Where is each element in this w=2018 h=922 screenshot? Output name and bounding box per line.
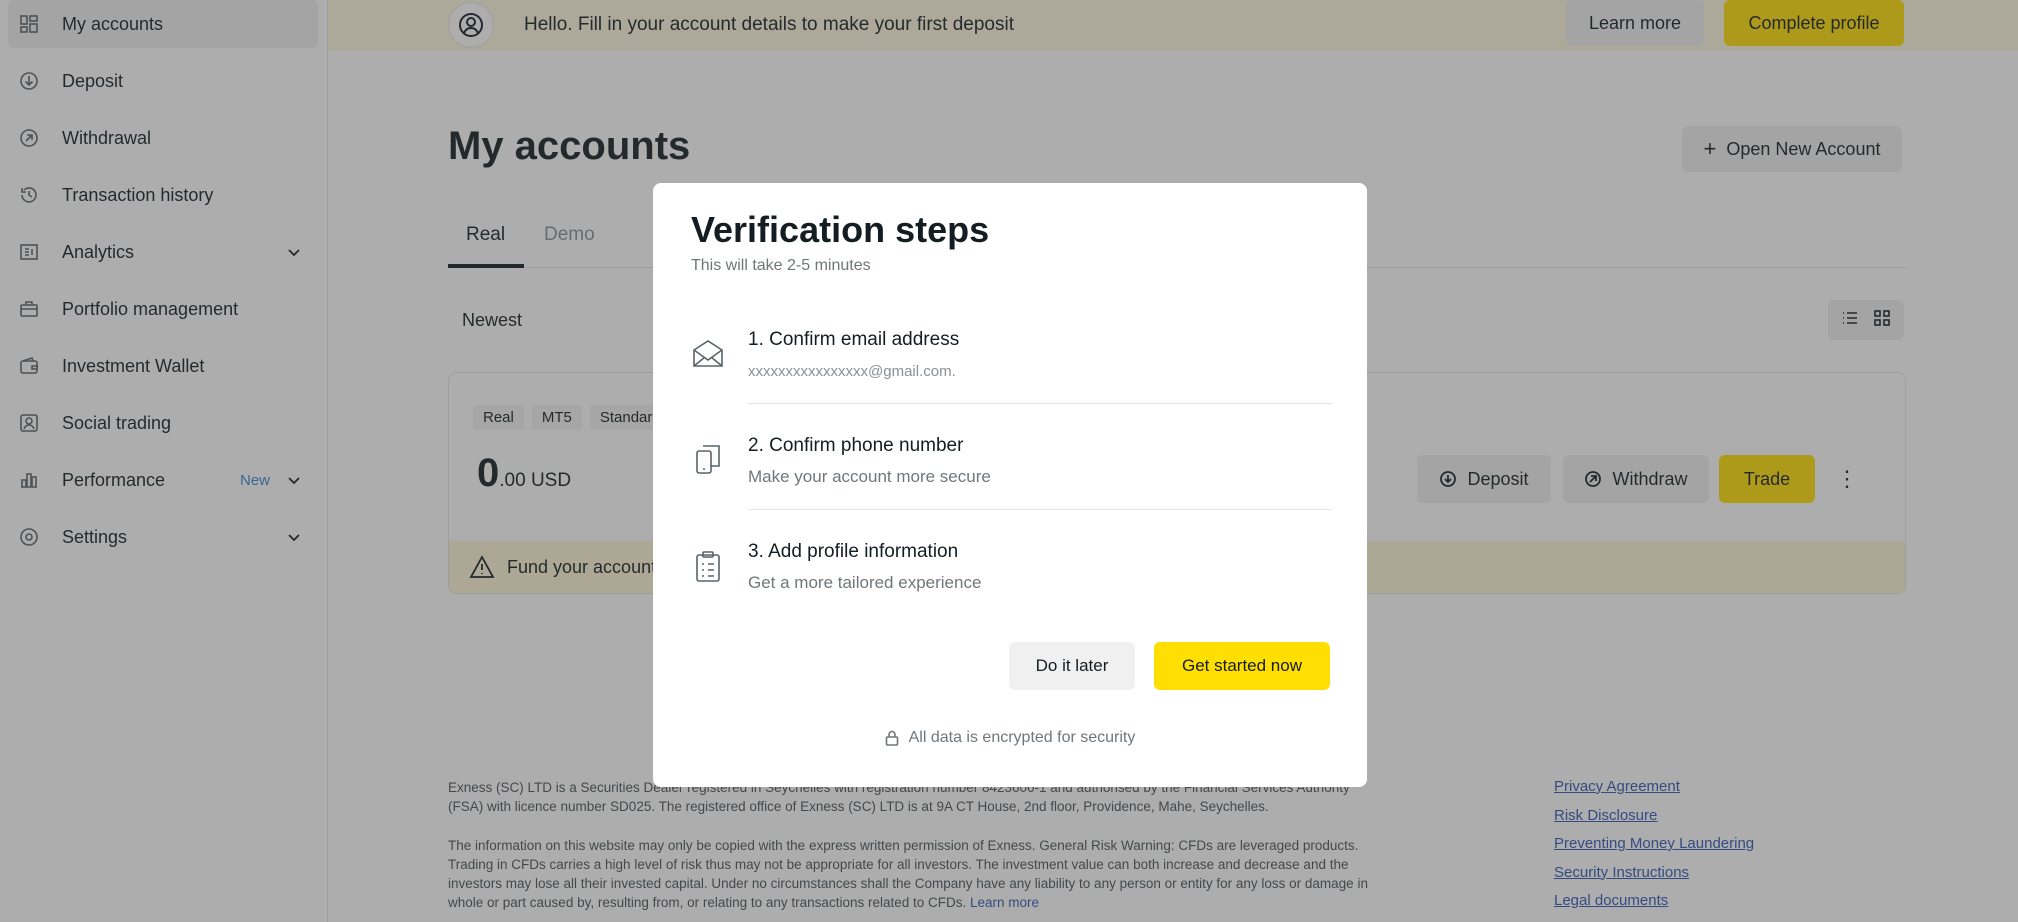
envelope-icon (691, 337, 727, 373)
step-confirm-email[interactable]: 1. Confirm email address xxxxxxxxxxxxxxx… (691, 329, 1332, 435)
step-title: 2. Confirm phone number (748, 435, 964, 456)
step-profile-info[interactable]: 3. Add profile information Get a more ta… (691, 541, 1331, 647)
do-it-later-button[interactable]: Do it later (1009, 642, 1135, 690)
step-confirm-phone[interactable]: 2. Confirm phone number Make your accoun… (691, 435, 1332, 541)
step-description: Get a more tailored experience (748, 573, 982, 592)
modal-title: Verification steps (691, 209, 990, 250)
modal-subtitle: This will take 2-5 minutes (691, 257, 871, 274)
security-note: All data is encrypted for security (653, 729, 1367, 747)
step-divider (748, 403, 1332, 404)
phone-icon (691, 443, 727, 479)
verification-modal: Verification steps This will take 2-5 mi… (653, 183, 1367, 787)
step-description: xxxxxxxxxxxxxxxx@gmail.com. (748, 363, 956, 380)
clipboard-icon (691, 549, 727, 585)
step-divider (748, 509, 1332, 510)
get-started-now-button[interactable]: Get started now (1154, 642, 1330, 690)
lock-icon (885, 730, 898, 746)
step-title: 3. Add profile information (748, 541, 959, 562)
step-description: Make your account more secure (748, 467, 991, 486)
step-title: 1. Confirm email address (748, 329, 960, 350)
security-note-text: All data is encrypted for security (908, 729, 1136, 746)
